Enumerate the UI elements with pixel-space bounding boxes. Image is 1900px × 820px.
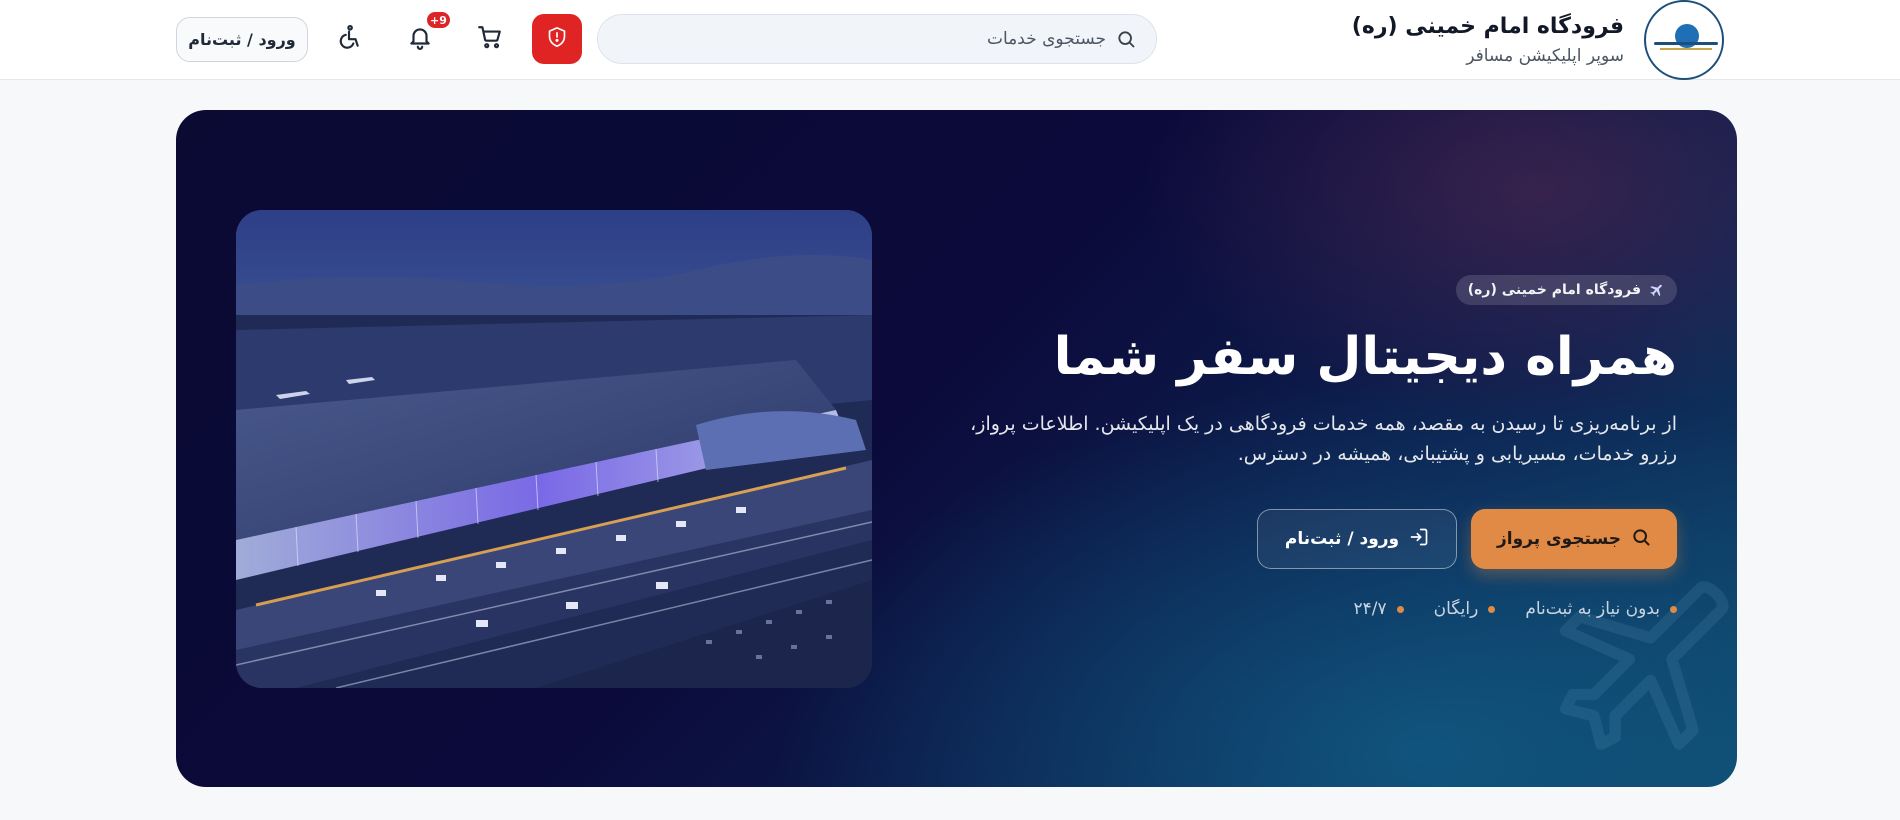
bullet-dot — [1396, 605, 1404, 613]
top-header: فرودگاه امام خمینی (ره) سوپر اپلیکیشن مس… — [0, 0, 1900, 80]
airport-logo — [1644, 0, 1724, 80]
brand-title: فرودگاه امام خمینی (ره) — [1351, 14, 1624, 39]
feature-label: رایگان — [1433, 599, 1479, 619]
hero-description: از برنامه‌ریزی تا رسیدن به مقصد، همه خدم… — [970, 413, 1677, 465]
feature-item: بدون نیاز به ثبت‌نام — [1525, 599, 1677, 619]
cart-button[interactable] — [469, 18, 511, 60]
accessibility-button[interactable] — [328, 18, 370, 60]
hero-login-label: ورود / ثبت‌نام — [1284, 529, 1400, 549]
feature-item: رایگان — [1434, 599, 1496, 619]
terminal-photo — [236, 210, 872, 688]
notification-badge: +9 — [425, 10, 452, 30]
hero-title: همراه دیجیتال سفر شما — [1053, 327, 1677, 387]
brand[interactable]: فرودگاه امام خمینی (ره) سوپر اپلیکیشن مس… — [1352, 0, 1724, 80]
search-icon — [1631, 527, 1651, 552]
brand-subtitle: سوپر اپلیکیشن مسافر — [1466, 46, 1624, 66]
hero-chip-label: فرودگاه امام خمینی (ره) — [1467, 282, 1641, 298]
search-icon — [1116, 29, 1136, 49]
airplane-icon — [1649, 282, 1665, 298]
feature-item: ۲۴/۷ — [1354, 599, 1404, 619]
emergency-button[interactable] — [532, 14, 582, 64]
cart-icon — [477, 24, 503, 54]
hero-login-button[interactable]: ورود / ثبت‌نام — [1257, 509, 1457, 569]
hero-banner: فرودگاه امام خمینی (ره) همراه دیجیتال سف… — [176, 110, 1737, 787]
flight-search-button[interactable]: جستجوی پرواز — [1471, 509, 1677, 569]
feature-label: ۲۴/۷ — [1353, 599, 1387, 619]
service-search[interactable] — [597, 14, 1157, 64]
feature-label: بدون نیاز به ثبت‌نام — [1525, 599, 1660, 619]
hero-content: فرودگاه امام خمینی (ره) همراه دیجیتال سف… — [917, 275, 1677, 619]
flight-search-label: جستجوی پرواز — [1496, 529, 1622, 549]
header-login-button[interactable]: ورود / ثبت‌نام — [176, 17, 308, 62]
hero-chip: فرودگاه امام خمینی (ره) — [1455, 275, 1677, 305]
brand-text: فرودگاه امام خمینی (ره) سوپر اپلیکیشن مس… — [1352, 12, 1624, 68]
shield-alert-icon — [547, 26, 567, 52]
hero-cta-row: جستجوی پرواز ورود / ثبت‌نام — [917, 509, 1677, 569]
bullet-dot — [1670, 605, 1677, 613]
feature-list: بدون نیاز به ثبت‌نام رایگان ۲۴/۷ — [917, 599, 1677, 619]
bullet-dot — [1488, 605, 1496, 613]
login-icon — [1409, 527, 1429, 552]
search-input[interactable] — [618, 29, 1106, 49]
notifications-button[interactable]: +9 — [399, 10, 452, 60]
accessibility-icon — [336, 24, 362, 54]
